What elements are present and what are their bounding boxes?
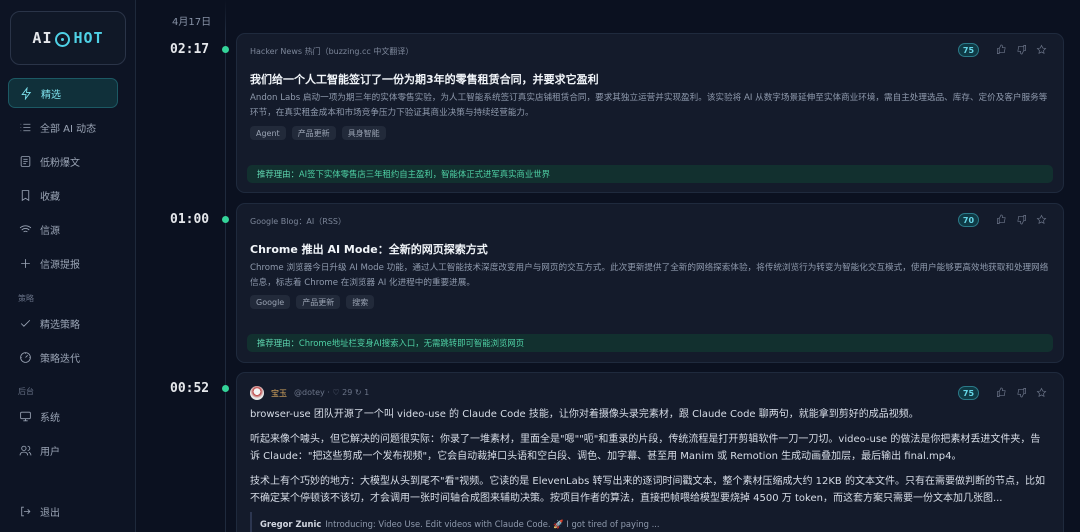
logout-button[interactable]: 退出 xyxy=(8,496,118,526)
sidebar-item-label: 精选 xyxy=(41,89,61,101)
sidebar-item-label: 收藏 xyxy=(40,191,60,203)
recommend-reason: 推荐理由： Chrome地址栏变身AI搜索入口，无需跳转即可智能浏览网页 xyxy=(247,334,1053,352)
sidebar: AI HOT 精选 全部 AI 动态 低粉爆文 收藏 信源 信源提报 策略 精选… xyxy=(0,0,136,532)
quote-author: Gregor Zunic xyxy=(260,519,322,529)
monitor-icon xyxy=(18,409,32,423)
score-badge: 75 xyxy=(958,43,979,57)
card-actions xyxy=(994,42,1048,56)
reason-text: AI签下实体零售店三年租约自主盈利，智能体正式进军真实商业世界 xyxy=(298,169,550,179)
logout-icon xyxy=(18,504,32,518)
score-badge: 70 xyxy=(958,213,979,227)
plus-icon xyxy=(18,256,32,270)
reason-label: 推荐理由： xyxy=(257,338,299,348)
thumbs-down-icon[interactable] xyxy=(1014,212,1028,226)
timeline-dot xyxy=(222,216,229,223)
sidebar-item-strategy-iteration[interactable]: 策略迭代 xyxy=(8,342,118,372)
thumbs-down-icon[interactable] xyxy=(1014,42,1028,56)
tag[interactable]: Agent xyxy=(250,126,286,140)
timeline-line xyxy=(225,0,226,532)
tweet-card[interactable]: 宝玉 @dotey · ♡ 29 ↻ 1 75 browser-use 团队开源… xyxy=(236,372,1064,532)
sidebar-item-users[interactable]: 用户 xyxy=(8,435,118,465)
sidebar-item-label: 系统 xyxy=(40,412,60,424)
thumbs-up-icon[interactable] xyxy=(994,42,1008,56)
sidebar-item-label: 精选策略 xyxy=(40,319,80,331)
sidebar-item-label: 信源提报 xyxy=(40,259,80,271)
date-label: 4月17日 xyxy=(172,17,212,28)
document-icon xyxy=(18,154,32,168)
card-actions xyxy=(994,385,1048,399)
section-label-admin: 后台 xyxy=(18,387,34,396)
tag-list: Agent 产品更新 具身智能 xyxy=(250,126,386,140)
entry-time: 00:52 xyxy=(170,381,210,396)
reason-text: Chrome地址栏变身AI搜索入口，无需跳转即可智能浏览网页 xyxy=(298,338,525,348)
tag[interactable]: 搜索 xyxy=(346,295,375,309)
news-card[interactable]: Google Blog：AI（RSS） 70 Chrome 推出 AI Mode… xyxy=(236,203,1064,363)
score-badge: 75 xyxy=(958,386,979,400)
gauge-icon xyxy=(18,350,32,364)
sidebar-item-featured-strategy[interactable]: 精选策略 xyxy=(8,308,118,338)
sidebar-item-all-ai[interactable]: 全部 AI 动态 xyxy=(8,112,118,142)
card-source: Google Blog：AI（RSS） xyxy=(250,217,346,226)
sidebar-item-featured[interactable]: 精选 xyxy=(8,78,118,108)
card-title[interactable]: Chrome 推出 AI Mode：全新的网页探索方式 xyxy=(250,241,488,257)
thumbs-up-icon[interactable] xyxy=(994,212,1008,226)
star-icon[interactable] xyxy=(1034,212,1048,226)
logout-label: 退出 xyxy=(40,507,60,519)
thumbs-down-icon[interactable] xyxy=(1014,385,1028,399)
logo-prefix: AI xyxy=(32,29,53,47)
entry-time: 02:17 xyxy=(170,42,210,57)
quote-text: Introducing: Video Use. Edit videos with… xyxy=(325,518,660,529)
reason-label: 推荐理由： xyxy=(257,169,299,179)
card-description: Andon Labs 启动一项为期三年的实体零售实验，为人工智能系统签订真实店铺… xyxy=(250,93,1048,118)
bookmark-icon xyxy=(18,188,32,202)
avatar[interactable] xyxy=(250,386,264,400)
sidebar-item-sources[interactable]: 信源 xyxy=(8,214,118,244)
sidebar-item-system[interactable]: 系统 xyxy=(8,401,118,431)
timeline-dot xyxy=(222,46,229,53)
tag[interactable]: 产品更新 xyxy=(291,126,336,140)
sidebar-item-label: 信源 xyxy=(40,225,60,237)
section-label-strategy: 策略 xyxy=(18,294,34,303)
timeline-dot xyxy=(222,385,229,392)
star-icon[interactable] xyxy=(1034,385,1048,399)
sidebar-item-submit-source[interactable]: 信源提报 xyxy=(8,248,118,278)
tag[interactable]: 产品更新 xyxy=(296,295,341,309)
card-description: Chrome 浏览器今日升级 AI Mode 功能，通过人工智能技术深度改变用户… xyxy=(250,263,1049,288)
tweet-paragraph: 技术上有个巧妙的地方：大模型从头到尾不"看"视频。它读的是 ElevenLabs… xyxy=(250,476,1045,504)
tag[interactable]: 具身智能 xyxy=(341,126,386,140)
clock-icon xyxy=(55,31,71,47)
tweet-paragraph: browser-use 团队开源了一个叫 video-use 的 Claude … xyxy=(250,409,919,420)
sidebar-item-label: 全部 AI 动态 xyxy=(40,123,97,135)
tag[interactable]: Google xyxy=(250,295,291,309)
card-actions xyxy=(994,212,1048,226)
sidebar-item-viral[interactable]: 低粉爆文 xyxy=(8,146,118,176)
entry-time: 01:00 xyxy=(170,212,210,227)
thumbs-up-icon[interactable] xyxy=(994,385,1008,399)
users-icon xyxy=(18,443,32,457)
card-title[interactable]: 我们给一个人工智能签订了一份为期3年的零售租赁合同，并要求它盈利 xyxy=(250,71,599,87)
card-source: Hacker News 热门（buzzing.cc 中文翻译） xyxy=(250,47,414,56)
tweet-paragraph: 听起来像个噱头，但它解决的问题很实际：你录了一堆素材，里面全是"嗯""呃"和重录… xyxy=(250,434,1041,462)
wifi-icon xyxy=(18,222,32,236)
star-icon[interactable] xyxy=(1034,42,1048,56)
sidebar-item-label: 策略迭代 xyxy=(40,353,80,365)
recommend-reason: 推荐理由： AI签下实体零售店三年租约自主盈利，智能体正式进军真实商业世界 xyxy=(247,165,1053,183)
app-logo[interactable]: AI HOT xyxy=(10,11,126,65)
sidebar-item-label: 用户 xyxy=(40,446,60,458)
tag-list: Google 产品更新 搜索 xyxy=(250,295,375,309)
sidebar-item-label: 低粉爆文 xyxy=(40,157,80,169)
author-name[interactable]: 宝玉 xyxy=(271,388,287,399)
list-icon xyxy=(18,120,32,134)
quoted-tweet[interactable]: Gregor Zunic Introducing: Video Use. Edi… xyxy=(250,512,1050,532)
sidebar-item-favorites[interactable]: 收藏 xyxy=(8,180,118,210)
author-meta: @dotey · ♡ 29 ↻ 1 xyxy=(294,388,370,397)
lightning-icon xyxy=(19,86,33,100)
logo-suffix: HOT xyxy=(73,29,104,47)
news-card[interactable]: Hacker News 热门（buzzing.cc 中文翻译） 75 我们给一个… xyxy=(236,33,1064,193)
check-icon xyxy=(18,316,32,330)
